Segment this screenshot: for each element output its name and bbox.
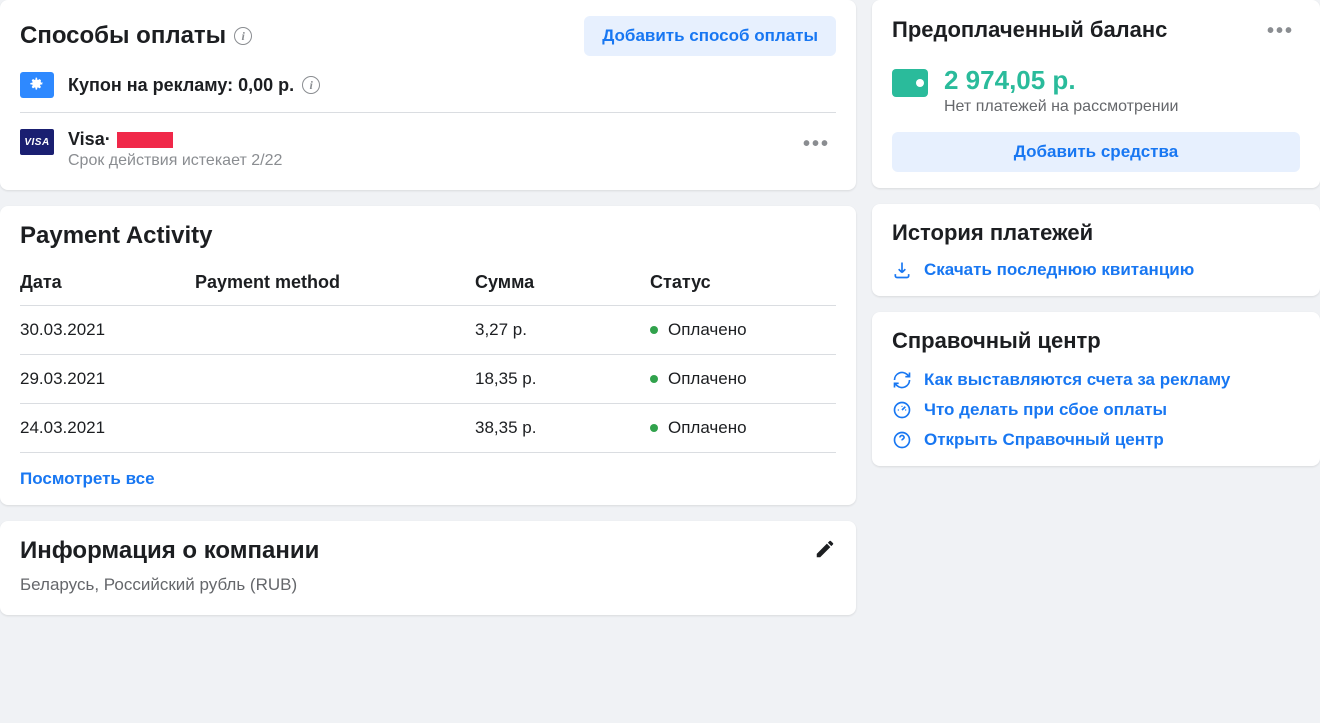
cell-date: 24.03.2021 (20, 404, 195, 453)
view-all-link[interactable]: Посмотреть все (20, 469, 155, 489)
meter-icon (892, 400, 912, 420)
info-icon[interactable]: i (234, 27, 252, 45)
help-billing-link[interactable]: Как выставляются счета за рекламу (924, 370, 1230, 390)
balance-amount: 2 974,05 р. (944, 65, 1178, 96)
card-more-icon[interactable]: ••• (797, 129, 836, 160)
cell-method (195, 355, 475, 404)
cell-amount: 18,35 р. (475, 355, 650, 404)
ad-coupon-row: Купон на рекламу: 0,00 р. i (20, 56, 836, 113)
payment-methods-title: Способы оплаты (20, 22, 226, 50)
wallet-icon (892, 69, 928, 97)
help-link-row: Открыть Справочный центр (892, 430, 1300, 450)
payment-card-row: VISA Visa · Срок действия истекает 2/22 … (20, 113, 836, 174)
card-separator: · (105, 129, 111, 150)
coupon-label: Купон на рекламу: 0,00 р. (68, 75, 294, 96)
prepaid-balance-card: Предоплаченный баланс ••• 2 974,05 р. Не… (872, 0, 1320, 188)
cell-date: 29.03.2021 (20, 355, 195, 404)
help-open-link[interactable]: Открыть Справочный центр (924, 430, 1164, 450)
company-info-card: Информация о компании Беларусь, Российск… (0, 521, 856, 615)
status-dot-icon (650, 424, 658, 432)
help-failure-link[interactable]: Что делать при сбое оплаты (924, 400, 1167, 420)
status-dot-icon (650, 326, 658, 334)
payment-activity-card: Payment Activity Дата Payment method Сум… (0, 206, 856, 505)
download-icon (892, 260, 912, 280)
edit-icon[interactable] (814, 538, 836, 565)
payment-methods-card: Способы оплаты i Добавить способ оплаты … (0, 0, 856, 190)
download-receipt-link[interactable]: Скачать последнюю квитанцию (924, 260, 1300, 280)
add-funds-button[interactable]: Добавить средства (892, 132, 1300, 172)
refresh-icon (892, 370, 912, 390)
help-link-row: Что делать при сбое оплаты (892, 400, 1300, 420)
cell-amount: 38,35 р. (475, 404, 650, 453)
table-row[interactable]: 30.03.2021 3,27 р. Оплачено (20, 306, 836, 355)
help-link-row: Как выставляются счета за рекламу (892, 370, 1300, 390)
card-number-redacted (117, 132, 173, 148)
cell-method (195, 306, 475, 355)
prepaid-balance-title: Предоплаченный баланс (892, 17, 1167, 43)
table-row[interactable]: 29.03.2021 18,35 р. Оплачено (20, 355, 836, 404)
visa-icon: VISA (20, 129, 54, 155)
cell-status: Оплачено (668, 369, 747, 389)
card-expiry-label: Срок действия истекает 2/22 (68, 152, 797, 170)
question-icon (892, 430, 912, 450)
cell-method (195, 404, 475, 453)
help-center-card: Справочный центр Как выставляются счета … (872, 312, 1320, 466)
payment-history-card: История платежей Скачать последнюю квита… (872, 204, 1320, 296)
card-brand-label: Visa (68, 129, 105, 150)
add-payment-method-button[interactable]: Добавить способ оплаты (584, 16, 836, 56)
coupon-icon (20, 72, 54, 98)
company-info-title: Информация о компании (20, 537, 319, 565)
balance-more-icon[interactable]: ••• (1261, 16, 1300, 47)
col-header-method: Payment method (195, 262, 475, 306)
cell-status: Оплачено (668, 418, 747, 438)
company-detail: Беларусь, Российский рубль (RUB) (20, 575, 836, 595)
payment-history-title: История платежей (892, 220, 1300, 246)
cell-date: 30.03.2021 (20, 306, 195, 355)
col-header-amount: Сумма (475, 262, 650, 306)
payment-activity-table: Дата Payment method Сумма Статус 30.03.2… (20, 262, 836, 453)
cell-status: Оплачено (668, 320, 747, 340)
status-dot-icon (650, 375, 658, 383)
col-header-status: Статус (650, 262, 836, 306)
cell-amount: 3,27 р. (475, 306, 650, 355)
col-header-date: Дата (20, 262, 195, 306)
info-icon[interactable]: i (302, 76, 320, 94)
balance-pending-label: Нет платежей на рассмотрении (944, 98, 1178, 116)
help-center-title: Справочный центр (892, 328, 1300, 354)
table-row[interactable]: 24.03.2021 38,35 р. Оплачено (20, 404, 836, 453)
payment-activity-title: Payment Activity (20, 222, 836, 250)
